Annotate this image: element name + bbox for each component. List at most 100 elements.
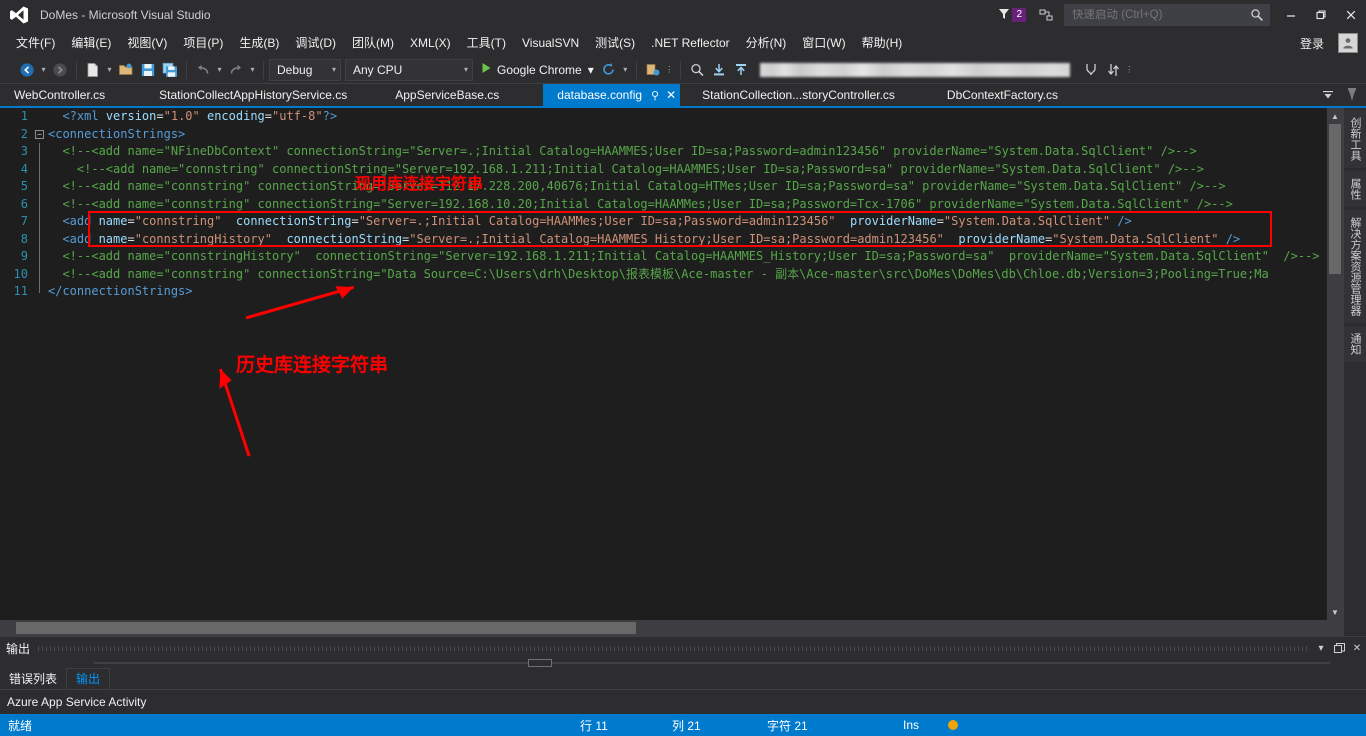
pull-down-icon[interactable] [708,59,730,81]
menu-test[interactable]: 测试(S) [587,32,643,54]
output-tab-output[interactable]: 输出 [66,668,111,689]
tab-database-config[interactable]: database.config ⚲ ✕ [543,84,681,106]
code-editor-surface[interactable]: 1 <?xml version="1.0" encoding="utf-8"?>… [0,108,1343,620]
tab-stationcollection-historycontroller[interactable]: StationCollection...storyController.cs [688,84,909,106]
scroll-up-icon[interactable]: ▲ [1327,108,1343,124]
panel-float-icon[interactable] [1330,639,1348,657]
menu-help[interactable]: 帮助(H) [854,32,911,54]
rail-tab-notifications[interactable]: 通知 [1344,326,1366,362]
tab-list-dropdown-icon[interactable] [1316,90,1340,103]
fold-column[interactable] [34,143,48,161]
panel-close-icon[interactable]: ✕ [1348,639,1366,657]
solution-configuration-combo[interactable]: Debug ▾ [269,58,341,81]
redo-icon[interactable] [225,59,247,81]
code-line[interactable]: 2− <connectionStrings> [0,126,1343,144]
fold-column[interactable] [34,108,48,126]
menu-project[interactable]: 项目(P) [175,32,231,54]
code-line[interactable]: 7 <add name="connstring" connectionStrin… [0,213,1343,231]
fold-column[interactable] [34,213,48,231]
menu-net-reflector[interactable]: .NET Reflector [643,32,737,54]
pin-icon[interactable]: ⚲ [651,89,659,102]
tab-stationcollectapphistoryservice[interactable]: StationCollectAppHistoryService.cs [145,84,362,106]
minimize-button[interactable] [1276,0,1306,30]
start-debug-button[interactable]: Google Chrome ▾ [477,59,598,81]
output-scroll-thumb[interactable] [528,659,552,667]
menu-build[interactable]: 生成(B) [231,32,287,54]
tab-appservicebase[interactable]: AppServiceBase.cs [381,84,514,106]
tab-overflow-icon[interactable] [1340,88,1364,105]
fold-column[interactable] [34,230,48,248]
fold-column[interactable] [34,248,48,266]
quick-launch-box[interactable] [1064,4,1270,26]
fold-column[interactable] [34,265,48,283]
menu-edit[interactable]: 编辑(E) [63,32,119,54]
open-file-icon[interactable] [115,59,137,81]
code-line[interactable]: 11 </connectionStrings> [0,283,1343,301]
navigate-forward-icon[interactable] [49,59,71,81]
new-project-icon[interactable] [82,59,104,81]
fold-column[interactable] [34,195,48,213]
redo-dropdown-icon[interactable]: ▾ [247,59,258,81]
menu-visualsvn[interactable]: VisualSVN [514,32,587,54]
save-icon[interactable] [137,59,159,81]
menu-window[interactable]: 窗口(W) [794,32,853,54]
output-tab-error-list[interactable]: 错误列表 [0,668,66,689]
tab-dbcontextfactory[interactable]: DbContextFactory.cs [932,84,1073,106]
navigate-back-dropdown-icon[interactable]: ▾ [38,59,49,81]
share-node-icon[interactable] [1034,2,1058,28]
fold-column[interactable] [34,160,48,178]
code-line[interactable]: 5 <!--<add name="connstring" connectionS… [0,178,1343,196]
find-icon[interactable] [686,59,708,81]
panel-dropdown-icon[interactable]: ▾ [1312,639,1330,657]
menu-xml[interactable]: XML(X) [402,32,459,54]
menu-analyze[interactable]: 分析(N) [738,32,795,54]
maximize-button[interactable] [1306,0,1336,30]
fold-column[interactable] [34,178,48,196]
close-tab-icon[interactable]: ✕ [666,88,676,102]
code-line[interactable]: 10 <!--<add name="connstring" connection… [0,265,1343,283]
editor-vertical-scrollbar[interactable]: ▲ ▼ [1327,108,1343,620]
publish-status-dot[interactable] [948,720,958,730]
navigate-back-icon[interactable] [16,59,38,81]
menu-team[interactable]: 团队(M) [344,32,402,54]
save-all-icon[interactable] [159,59,181,81]
menu-file[interactable]: 文件(F) [8,32,63,54]
code-line[interactable]: 6 <!--<add name="connstring" connectionS… [0,195,1343,213]
rail-tab-solution-explorer[interactable]: 解决方案资源管理器 [1344,210,1366,323]
collapse-icon[interactable]: − [35,129,44,139]
undo-icon[interactable] [192,59,214,81]
code-line[interactable]: 9 <!--<add name="connstringHistory" conn… [0,248,1343,266]
code-line[interactable]: 8 <add name="connstringHistory" connecti… [0,230,1343,248]
branch-merge-icon[interactable] [1080,59,1102,81]
solution-platform-combo[interactable]: Any CPU ▾ [345,58,473,81]
rail-tab-properties[interactable]: 属性 [1344,171,1366,207]
feedback-button[interactable]: 2 [997,7,1026,24]
toolbar-overflow-icon[interactable]: ⋮ [1124,59,1135,81]
horizontal-scroll-thumb[interactable] [16,622,636,634]
close-button[interactable] [1336,0,1366,30]
refresh-icon[interactable] [598,59,620,81]
push-up-icon[interactable] [730,59,752,81]
refresh-dropdown-icon[interactable]: ▾ [620,59,631,81]
attach-process-icon[interactable] [642,59,664,81]
menu-view[interactable]: 视图(V) [119,32,175,54]
panel-drag-grip[interactable] [38,643,1308,653]
output-scroll-row[interactable] [0,659,1366,668]
undo-dropdown-icon[interactable]: ▾ [214,59,225,81]
menu-debug[interactable]: 调试(D) [287,32,344,54]
editor-horizontal-scrollbar[interactable] [0,620,1343,636]
menu-tools[interactable]: 工具(T) [459,32,514,54]
rail-tab-toolbox[interactable]: 创新工具 [1344,110,1366,168]
account-avatar-icon[interactable] [1338,33,1358,53]
tab-webcontroller[interactable]: WebController.cs [0,84,120,106]
code-line[interactable]: 3 <!--<add name="NFineDbContext" connect… [0,143,1343,161]
code-line[interactable]: 1 <?xml version="1.0" encoding="utf-8"?> [0,108,1343,126]
attach-overflow-icon[interactable]: ⋮ [664,59,675,81]
new-project-dropdown-icon[interactable]: ▾ [104,59,115,81]
fold-column[interactable]: − [34,126,48,144]
sync-icon[interactable] [1102,59,1124,81]
code-line[interactable]: 4 <!--<add name="connstring" connectionS… [0,160,1343,178]
fold-column[interactable] [34,283,48,301]
vertical-scroll-thumb[interactable] [1329,124,1341,274]
quick-launch-input[interactable] [1065,9,1269,21]
